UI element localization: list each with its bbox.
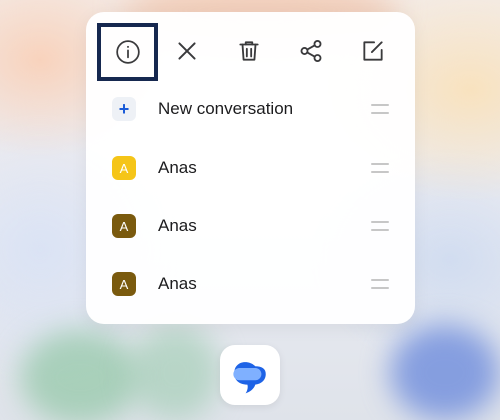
drag-handle-icon[interactable] bbox=[371, 163, 389, 173]
close-icon bbox=[178, 42, 196, 60]
shortcut-contact[interactable]: A Anas bbox=[86, 255, 415, 313]
shortcut-new-conversation[interactable]: + New conversation bbox=[86, 80, 415, 138]
drag-handle-icon[interactable] bbox=[371, 104, 389, 114]
shortcut-contact[interactable]: A Anas bbox=[86, 139, 415, 197]
shortcut-contact[interactable]: A Anas bbox=[86, 197, 415, 255]
info-icon bbox=[115, 40, 140, 64]
shortcut-label: New conversation bbox=[158, 99, 294, 118]
shortcut-label: Anas bbox=[158, 158, 197, 177]
drag-handle-icon[interactable] bbox=[371, 279, 389, 289]
drag-handle-icon[interactable] bbox=[371, 221, 389, 231]
avatar: A bbox=[112, 214, 136, 238]
shortcut-label: Anas bbox=[158, 274, 197, 293]
background-app-blur bbox=[20, 330, 140, 420]
delete-button[interactable] bbox=[228, 30, 270, 72]
edit-icon bbox=[363, 41, 383, 61]
background-app-blur bbox=[390, 325, 500, 420]
avatar: A bbox=[112, 272, 136, 296]
app-shortcut-menu: + New conversation A Anas A Anas A Anas bbox=[86, 12, 415, 324]
delete-icon bbox=[239, 41, 259, 61]
messages-app-icon[interactable] bbox=[220, 345, 280, 405]
avatar: A bbox=[112, 156, 136, 180]
share-button[interactable] bbox=[290, 30, 332, 72]
share-icon bbox=[300, 40, 322, 62]
plus-icon: + bbox=[112, 97, 136, 121]
background-app-blur bbox=[130, 325, 220, 420]
messages-bubble-icon bbox=[233, 362, 266, 394]
app-info-button[interactable] bbox=[97, 23, 158, 81]
shortcut-label: Anas bbox=[158, 216, 197, 235]
edit-button[interactable] bbox=[352, 30, 394, 72]
shortcut-toolbar bbox=[86, 12, 415, 81]
close-button[interactable] bbox=[166, 30, 208, 72]
